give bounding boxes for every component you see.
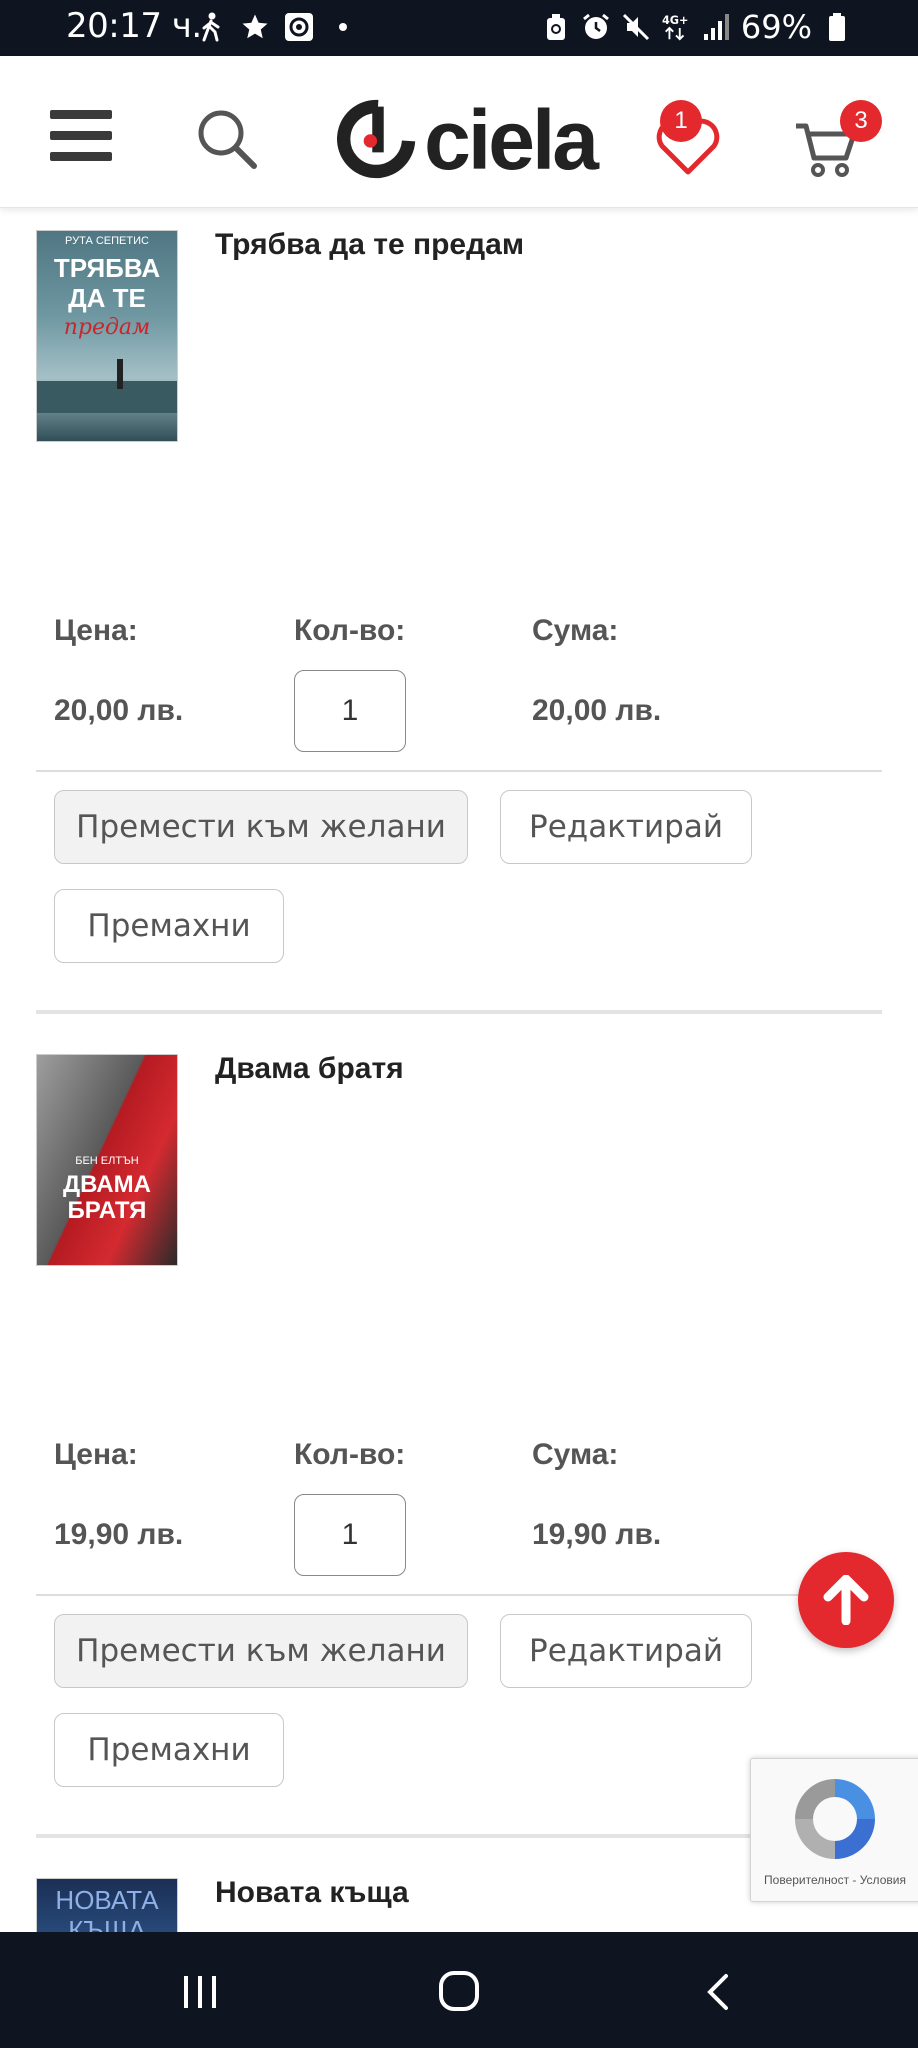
ciela-logo-mark-icon — [337, 99, 416, 179]
edit-button[interactable]: Редактирай — [500, 790, 752, 864]
quantity-label: Кол-во: — [294, 1438, 406, 1471]
sum-value: 20,00 лв. — [532, 694, 662, 727]
mute-icon — [621, 10, 651, 44]
cover-title-line: ТРЯБВА — [53, 253, 161, 283]
quantity-label: Кол-во: — [294, 614, 406, 647]
battery-icon — [822, 10, 852, 44]
dot-icon — [328, 10, 358, 44]
price-label: Цена: — [54, 614, 138, 647]
logo-text: ciela — [424, 92, 599, 187]
status-bar: 20:17 ч. 4G+ 69% — [0, 0, 918, 56]
recycle-icon — [541, 10, 571, 44]
item-separator — [36, 1010, 882, 1014]
quantity-input[interactable]: 1 — [294, 670, 406, 752]
book-title[interactable]: Новата къща — [215, 1876, 409, 1910]
cover-author: РУТА СЕПЕТИС — [65, 235, 149, 247]
svg-text:4G+: 4G+ — [662, 14, 689, 27]
arrow-up-icon — [823, 1575, 869, 1625]
system-navigation-bar — [0, 1932, 918, 2048]
alarm-icon — [581, 10, 611, 44]
hamburger-menu-icon[interactable] — [50, 110, 112, 162]
search-icon[interactable] — [196, 108, 258, 170]
sum-value: 19,90 лв. — [532, 1518, 662, 1551]
price-value: 20,00 лв. — [54, 694, 184, 727]
cover-title-line: НОВАТА — [55, 1885, 159, 1915]
wishlist-count-badge: 1 — [660, 100, 702, 142]
recaptcha-logo-icon — [795, 1779, 875, 1859]
recent-apps-icon[interactable] — [180, 1972, 220, 2017]
scroll-to-top-button[interactable] — [798, 1552, 894, 1648]
divider — [36, 1594, 882, 1596]
recaptcha-links[interactable]: Поверителност - Условия — [751, 1873, 918, 1887]
book-cover-image[interactable]: НОВАТА КЪЩА — [36, 1878, 178, 1934]
price-value: 19,90 лв. — [54, 1518, 184, 1551]
edit-button[interactable]: Редактирай — [500, 1614, 752, 1688]
sum-label: Сума: — [532, 1438, 619, 1471]
shopping-cart-icon[interactable]: 3 — [796, 100, 882, 177]
cover-title-line: ДВАМА — [63, 1171, 151, 1198]
cover-author: БЕН ЕЛТЪН — [75, 1155, 139, 1167]
status-time: 20:17 ч. — [66, 6, 202, 46]
book-title[interactable]: Двама братя — [215, 1052, 404, 1086]
back-icon[interactable] — [702, 1972, 732, 2017]
walking-person-icon — [196, 10, 226, 44]
remove-button[interactable]: Премахни — [54, 1713, 284, 1787]
battery-percent: 69% — [740, 8, 812, 46]
sum-label: Сума: — [532, 614, 619, 647]
cover-title-line: ДА ТЕ — [68, 283, 146, 313]
cover-title-line: БРАТЯ — [67, 1197, 147, 1224]
move-to-wishlist-button[interactable]: Премести към желани — [54, 1614, 468, 1688]
network-4g-icon: 4G+ — [661, 10, 691, 44]
home-icon[interactable] — [438, 1970, 480, 2017]
price-label: Цена: — [54, 1438, 138, 1471]
site-header: ciela 1 3 — [0, 56, 918, 208]
recaptcha-badge[interactable]: Поверителност - Условия — [750, 1758, 918, 1902]
remove-button[interactable]: Премахни — [54, 889, 284, 963]
move-to-wishlist-button[interactable]: Премести към желани — [54, 790, 468, 864]
star-icon — [240, 10, 270, 44]
quantity-input[interactable]: 1 — [294, 1494, 406, 1576]
screenshot-app-icon — [284, 10, 314, 44]
book-cover-image[interactable]: БЕН ЕЛТЪН ДВАМА БРАТЯ — [36, 1054, 178, 1266]
book-cover-image[interactable]: РУТА СЕПЕТИС ТРЯБВА ДА ТЕ предам — [36, 230, 178, 442]
cover-title-script: предам — [63, 315, 151, 340]
signal-icon — [701, 10, 731, 44]
cart-count-badge: 3 — [840, 100, 882, 142]
book-title[interactable]: Трябва да те предам — [215, 228, 524, 262]
divider — [36, 770, 882, 772]
ciela-logo[interactable]: ciela — [336, 90, 599, 190]
wishlist-heart-icon[interactable]: 1 — [652, 100, 724, 175]
